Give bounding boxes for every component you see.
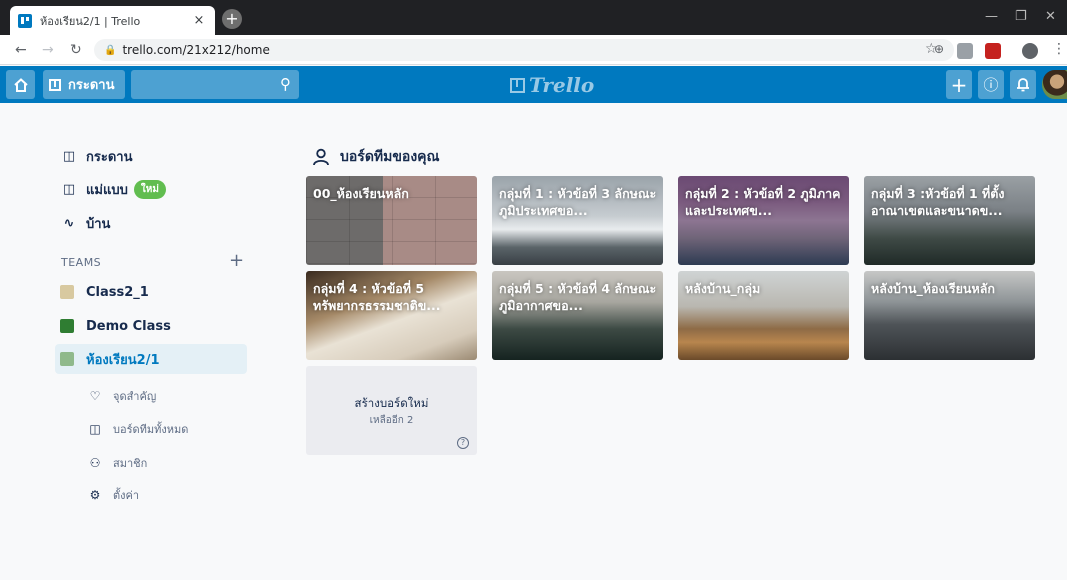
- sub-item-label: สมาชิก: [113, 457, 148, 470]
- board-tile[interactable]: กลุ่มที่ 2 : หัวข้อที่ 2 ภูมิภาคและประเท…: [678, 176, 849, 265]
- board-tile[interactable]: 00_ห้องเรียนหลัก: [306, 176, 477, 265]
- reload-icon[interactable]: ↻: [70, 42, 82, 58]
- search-icon[interactable]: ⚲: [280, 75, 291, 93]
- board-title: กลุ่มที่ 3 :หัวข้อที่ 1 ที่ตั้ง อาณาเขตแ…: [871, 186, 1005, 218]
- address-bar: ← → ↻ 🔒 trello.com/21x212/home ⊕ ☆ ⋮: [0, 35, 1067, 65]
- sidebar-team-demo-class[interactable]: Demo Class: [55, 312, 247, 340]
- minimize-icon[interactable]: —: [985, 9, 998, 24]
- board-title: หลังบ้าน_กลุ่ม: [685, 281, 761, 296]
- team-label: Class2_1: [86, 284, 149, 300]
- section-title: บอร์ดทีมของคุณ: [340, 149, 440, 165]
- members-icon: ⚇: [89, 456, 101, 470]
- boards-button-label: กระดาน: [68, 78, 115, 93]
- trello-header: กระดาน ⚲ Trello + ⓘ: [0, 66, 1067, 103]
- home-icon: [13, 77, 28, 92]
- trello-favicon-icon: [18, 13, 32, 28]
- url-field[interactable]: 🔒 trello.com/21x212/home ⊕: [94, 39, 954, 61]
- board-title: กลุ่มที่ 5 : หัวข้อที่ 4 ลักษณะภูมิอากาศ…: [499, 281, 657, 313]
- board-icon: [49, 78, 61, 91]
- teams-heading: TEAMS: [61, 256, 102, 269]
- avatar[interactable]: [1042, 70, 1067, 99]
- gmail-extension-icon[interactable]: [957, 43, 973, 59]
- sidebar-item-templates[interactable]: ◫ แม่แบบ ใหม่: [55, 175, 247, 203]
- create-button[interactable]: +: [946, 70, 972, 99]
- profile-extension-icon[interactable]: [1022, 43, 1038, 59]
- section-heading: บอร์ดทีมของคุณ: [312, 146, 440, 168]
- board-tile[interactable]: กลุ่มที่ 5 : หัวข้อที่ 4 ลักษณะภูมิอากาศ…: [492, 271, 663, 360]
- sidebar-item-boards[interactable]: ◫ กระดาน: [55, 142, 247, 170]
- search-input[interactable]: ⚲: [131, 70, 299, 99]
- restore-icon[interactable]: ❐: [1015, 9, 1027, 24]
- person-icon: [313, 148, 329, 166]
- lock-icon: 🔒: [104, 44, 117, 56]
- board-tile[interactable]: กลุ่มที่ 3 :หัวข้อที่ 1 ที่ตั้ง อาณาเขตแ…: [864, 176, 1035, 265]
- new-badge: ใหม่: [133, 179, 166, 199]
- back-icon[interactable]: ←: [15, 42, 27, 58]
- tab-title: ห้องเรียน2/1 | Trello: [40, 14, 141, 28]
- bookmark-star-icon[interactable]: ☆: [925, 41, 938, 57]
- create-board-remaining: เหลืออีก 2: [369, 415, 414, 426]
- browser-menu-icon[interactable]: ⋮: [1052, 41, 1066, 57]
- help-icon[interactable]: ?: [457, 437, 469, 449]
- sub-item-label: จุดสำคัญ: [113, 390, 157, 403]
- team-sub-members[interactable]: ⚇ สมาชิก: [87, 451, 148, 475]
- board-title: กลุ่มที่ 2 : หัวข้อที่ 2 ภูมิภาคและประเท…: [685, 186, 841, 218]
- create-board-tile[interactable]: สร้างบอร์ดใหม่ เหลืออีก 2 ?: [306, 366, 477, 455]
- team-sub-highlights[interactable]: ♡ จุดสำคัญ: [87, 384, 157, 408]
- board-title: กลุ่มที่ 4 : หัวข้อที่ 5 ทรัพยากรธรรมชาต…: [313, 281, 441, 313]
- boards-button[interactable]: กระดาน: [43, 70, 125, 99]
- notifications-button[interactable]: [1010, 70, 1036, 99]
- trello-logo[interactable]: Trello: [510, 73, 594, 97]
- board-title: กลุ่มที่ 1 : หัวข้อที่ 3 ลักษณะภูมิประเท…: [499, 186, 657, 218]
- forward-icon[interactable]: →: [42, 42, 54, 58]
- team-sub-all-boards[interactable]: ◫ บอร์ดทีมทั้งหมด: [87, 417, 188, 441]
- sidebar-item-label: แม่แบบ: [86, 182, 128, 198]
- browser-tab-bar: ห้องเรียน2/1 | Trello × + — ❐ ✕: [0, 0, 1067, 35]
- url-text: trello.com/21x212/home: [122, 43, 270, 57]
- sub-item-label: ตั้งค่า: [113, 489, 140, 502]
- team-icon: [60, 319, 74, 333]
- board-tile[interactable]: หลังบ้าน_กลุ่ม: [678, 271, 849, 360]
- bell-icon: [1017, 78, 1029, 92]
- board-icon: ◫: [89, 422, 101, 436]
- sidebar-team-class2-1[interactable]: Class2_1: [55, 278, 247, 306]
- add-team-button[interactable]: +: [229, 250, 244, 271]
- team-label: ห้องเรียน2/1: [86, 352, 160, 368]
- sidebar-item-home[interactable]: ∿ บ้าน: [55, 209, 247, 237]
- template-icon: ◫: [62, 181, 76, 197]
- sidebar-item-label: บ้าน: [86, 216, 111, 232]
- close-window-icon[interactable]: ✕: [1045, 9, 1056, 24]
- board-icon: ◫: [62, 148, 76, 164]
- team-icon: [60, 352, 74, 366]
- board-tile[interactable]: หลังบ้าน_ห้องเรียนหลัก: [864, 271, 1035, 360]
- team-sub-settings[interactable]: ⚙ ตั้งค่า: [87, 483, 139, 507]
- board-title: 00_ห้องเรียนหลัก: [313, 186, 409, 201]
- team-label: Demo Class: [86, 318, 171, 334]
- board-title: หลังบ้าน_ห้องเรียนหลัก: [871, 281, 995, 296]
- tab-close-icon[interactable]: ×: [191, 13, 207, 28]
- info-button[interactable]: ⓘ: [978, 70, 1004, 99]
- pulse-icon: ∿: [63, 215, 75, 231]
- sidebar-team-classroom-2-1[interactable]: ห้องเรียน2/1: [55, 344, 247, 374]
- sidebar-item-label: กระดาน: [86, 149, 133, 165]
- board-tile[interactable]: กลุ่มที่ 1 : หัวข้อที่ 3 ลักษณะภูมิประเท…: [492, 176, 663, 265]
- heart-icon: ♡: [89, 389, 101, 403]
- sub-item-label: บอร์ดทีมทั้งหมด: [113, 423, 189, 436]
- new-tab-button[interactable]: +: [222, 9, 242, 29]
- trello-logo-icon: [510, 77, 525, 93]
- pdf-extension-icon[interactable]: [985, 43, 1001, 59]
- home-button[interactable]: [6, 70, 35, 99]
- gear-icon: ⚙: [89, 488, 101, 502]
- board-tile[interactable]: กลุ่มที่ 4 : หัวข้อที่ 5 ทรัพยากรธรรมชาต…: [306, 271, 477, 360]
- logo-text: Trello: [529, 73, 595, 97]
- create-board-title: สร้างบอร์ดใหม่: [354, 396, 429, 410]
- browser-tab[interactable]: ห้องเรียน2/1 | Trello ×: [10, 6, 215, 35]
- team-icon: [60, 285, 74, 299]
